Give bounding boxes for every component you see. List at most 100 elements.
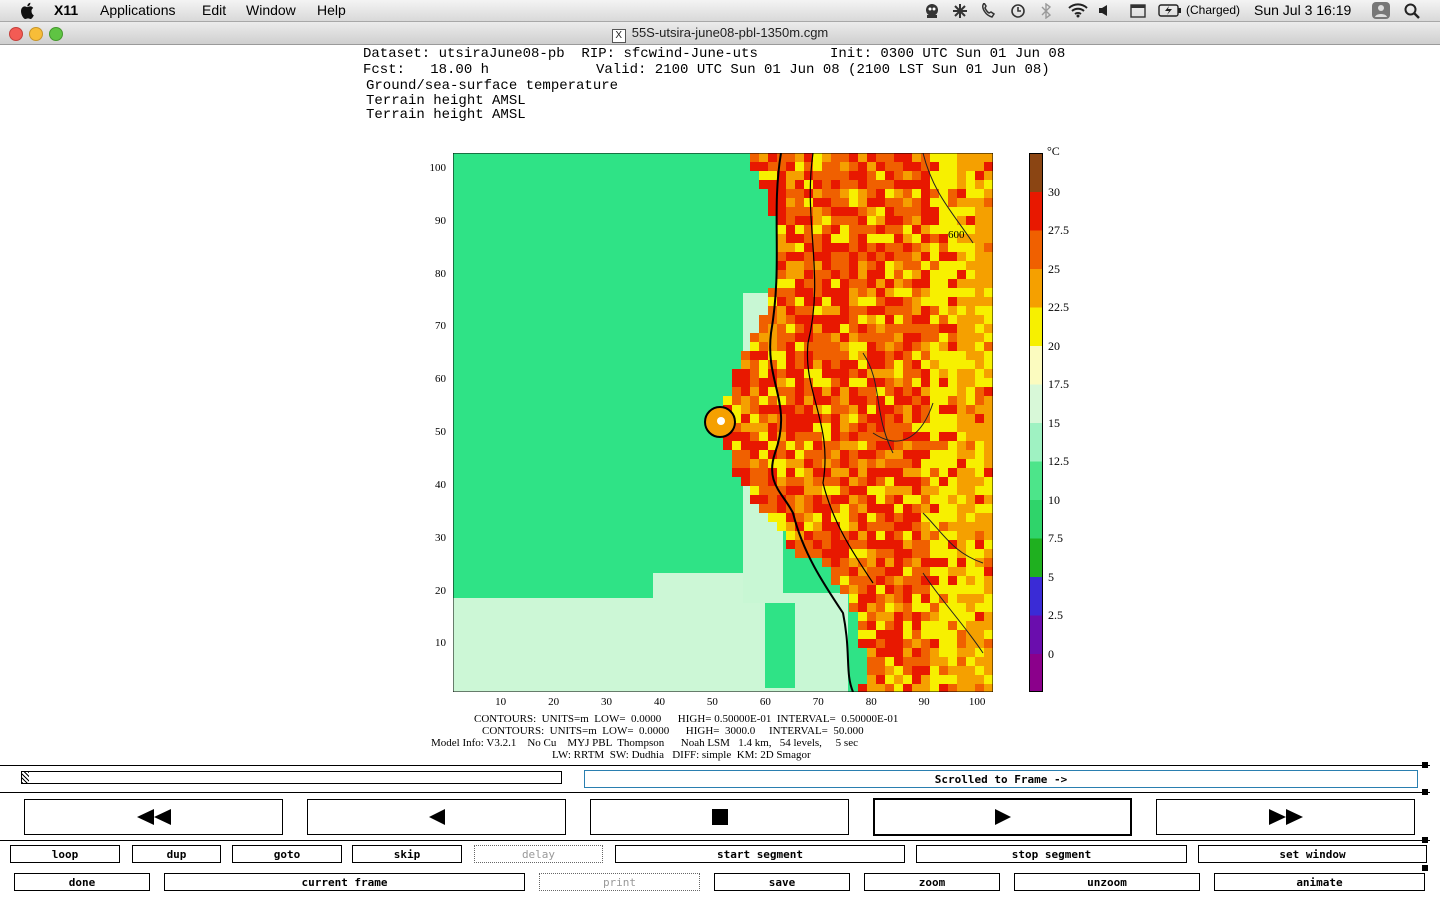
goto-button[interactable]: goto — [232, 845, 342, 863]
done-button[interactable]: done — [14, 873, 150, 891]
colorbar-segment — [1029, 615, 1043, 654]
window-title-bar[interactable]: X 55S-utsira-june08-pbl-1350m.cgm — [0, 22, 1440, 45]
land-temperature-cell — [894, 387, 903, 396]
stop-button[interactable] — [590, 799, 849, 835]
volume-icon[interactable] — [1098, 4, 1112, 17]
wifi-icon[interactable] — [1068, 3, 1088, 18]
calendar-icon[interactable] — [1130, 3, 1146, 18]
land-temperature-cell — [759, 477, 768, 486]
menu-applications[interactable]: Applications — [100, 2, 176, 18]
step-back-button[interactable] — [307, 799, 566, 835]
panel-sash-1[interactable] — [1422, 762, 1428, 768]
zoom-button[interactable]: zoom — [864, 873, 1000, 891]
land-temperature-cell — [975, 279, 984, 288]
land-temperature-cell — [840, 153, 849, 162]
land-temperature-cell — [966, 576, 975, 585]
land-temperature-cell — [903, 648, 912, 657]
land-temperature-cell — [903, 162, 912, 171]
land-temperature-cell — [867, 423, 876, 432]
land-temperature-cell — [786, 243, 795, 252]
land-temperature-cell — [858, 234, 867, 243]
cool-sea-region — [453, 598, 773, 692]
delay-button[interactable]: delay — [474, 845, 603, 863]
unzoom-button[interactable]: unzoom — [1014, 873, 1200, 891]
land-temperature-cell — [939, 486, 948, 495]
land-temperature-cell — [858, 684, 867, 692]
land-temperature-cell — [894, 342, 903, 351]
land-temperature-cell — [948, 153, 957, 162]
panel-sash-4[interactable] — [1422, 865, 1428, 871]
land-temperature-cell — [831, 198, 840, 207]
frame-scroll-thumb[interactable] — [22, 772, 29, 783]
land-temperature-cell — [759, 171, 768, 180]
land-temperature-cell — [984, 531, 993, 540]
land-temperature-cell — [885, 342, 894, 351]
land-temperature-cell — [804, 405, 813, 414]
loop-button[interactable]: loop — [10, 845, 120, 863]
spotlight-search-icon[interactable] — [1404, 3, 1420, 19]
land-temperature-cell — [858, 540, 867, 549]
battery-icon[interactable] — [1158, 4, 1182, 17]
dup-button[interactable]: dup — [132, 845, 221, 863]
land-temperature-cell — [867, 468, 876, 477]
menu-app-name[interactable]: X11 — [54, 2, 78, 18]
colorbar-segment — [1029, 230, 1043, 269]
bluetooth-icon[interactable] — [1040, 3, 1052, 19]
user-icon[interactable] — [1372, 2, 1390, 19]
land-temperature-cell — [975, 603, 984, 612]
apple-icon[interactable] — [20, 2, 34, 19]
battery-status[interactable]: (Charged) — [1186, 3, 1240, 17]
land-temperature-cell — [939, 306, 948, 315]
land-temperature-cell — [750, 486, 759, 495]
fast-forward-button[interactable] — [1156, 799, 1415, 835]
land-temperature-cell — [930, 288, 939, 297]
stop-segment-button[interactable]: stop segment — [916, 845, 1187, 863]
land-temperature-cell — [975, 351, 984, 360]
land-temperature-cell — [957, 180, 966, 189]
panel-sash-3[interactable] — [1422, 837, 1428, 843]
land-temperature-cell — [795, 324, 804, 333]
land-temperature-cell — [930, 567, 939, 576]
land-temperature-cell — [885, 243, 894, 252]
current-frame-button[interactable]: current frame — [164, 873, 525, 891]
land-temperature-cell — [795, 405, 804, 414]
skip-button[interactable]: skip — [352, 845, 462, 863]
land-temperature-cell — [831, 567, 840, 576]
phone-icon[interactable] — [980, 3, 996, 19]
frame-scrollbar[interactable] — [21, 771, 562, 784]
menu-window[interactable]: Window — [246, 2, 296, 18]
save-button[interactable]: save — [714, 873, 850, 891]
land-temperature-cell — [750, 414, 759, 423]
set-window-button[interactable]: set window — [1198, 845, 1427, 863]
menu-clock[interactable]: Sun Jul 3 16:19 — [1254, 2, 1351, 18]
land-temperature-cell — [849, 306, 858, 315]
land-temperature-cell — [804, 279, 813, 288]
land-temperature-cell — [930, 414, 939, 423]
land-temperature-cell — [975, 198, 984, 207]
land-temperature-cell — [822, 450, 831, 459]
land-temperature-cell — [903, 369, 912, 378]
y-tick-label: 50 — [435, 426, 446, 439]
start-segment-button[interactable]: start segment — [615, 845, 905, 863]
time-machine-icon[interactable] — [1010, 3, 1026, 19]
play-button[interactable] — [873, 798, 1132, 836]
land-temperature-cell — [876, 675, 885, 684]
rewind-button[interactable] — [24, 799, 283, 835]
menu-help[interactable]: Help — [317, 2, 346, 18]
land-temperature-cell — [723, 396, 732, 405]
land-temperature-cell — [786, 459, 795, 468]
ghost-app-icon[interactable] — [924, 3, 940, 19]
land-temperature-cell — [921, 279, 930, 288]
land-temperature-cell — [876, 225, 885, 234]
panel-sash-2[interactable] — [1422, 789, 1428, 795]
menu-edit[interactable]: Edit — [202, 2, 226, 18]
print-button[interactable]: print — [539, 873, 700, 891]
land-temperature-cell — [822, 162, 831, 171]
land-temperature-cell — [831, 576, 840, 585]
land-temperature-cell — [759, 378, 768, 387]
land-temperature-cell — [759, 333, 768, 342]
land-temperature-cell — [849, 189, 858, 198]
animate-button[interactable]: animate — [1214, 873, 1425, 891]
land-temperature-cell — [894, 549, 903, 558]
fan-icon[interactable] — [952, 3, 968, 19]
